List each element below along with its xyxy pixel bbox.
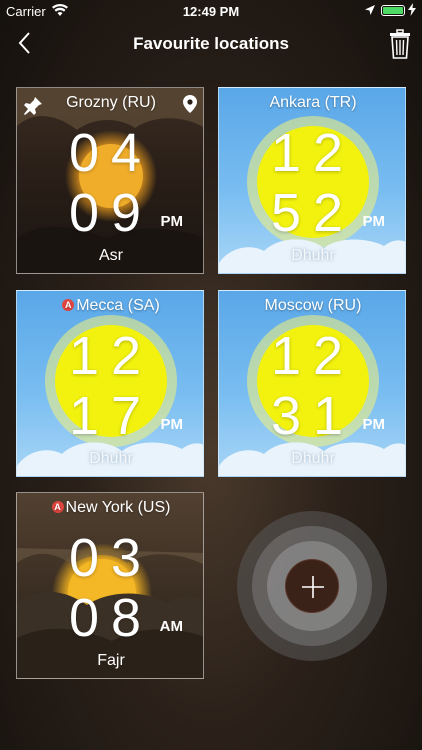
auto-location-badge: A [62,299,75,311]
prayer-name: Asr [99,247,123,264]
trash-icon [390,29,410,59]
page-title: Favourite locations [133,34,289,53]
charging-icon [408,3,416,19]
location-card-new-york[interactable]: A New York (US) 03 08 AM Fajr [16,492,204,679]
location-card-mecca[interactable]: A Mecca (SA) 12 17 PM Dhuhr [16,290,204,477]
time-period: PM [160,416,184,433]
time-hours: 12 [270,123,356,183]
location-name: A New York (US) [17,499,203,517]
prayer-name: Dhuhr [89,450,133,467]
location-name-text: Mecca (SA) [76,297,160,314]
navigation-bar: Favourite locations [0,22,422,66]
prayer-name: Dhuhr [291,450,335,467]
add-location-area [237,511,387,661]
delete-button[interactable] [386,28,414,60]
location-name: Moscow (RU) [264,297,362,314]
time-hours: 03 [68,528,154,588]
location-services-icon [364,4,376,19]
status-time: 12:49 PM [182,4,240,19]
location-card-ankara[interactable]: Ankara (TR) 12 52 PM Dhuhr [218,87,406,274]
location-name: Grozny (RU) [66,94,156,111]
time-period: PM [362,213,386,230]
time-period: AM [159,618,183,635]
status-bar: Carrier 12:49 PM [0,0,422,22]
prayer-name: Fajr [97,652,125,669]
battery-icon [381,5,405,16]
add-location-button[interactable] [285,559,339,613]
time-hours: 04 [68,123,154,183]
location-name-text: New York (US) [65,499,171,516]
auto-location-badge: A [51,501,64,513]
time-period: PM [362,416,386,433]
pin-icon[interactable] [23,96,43,121]
plus-icon [302,576,324,598]
map-marker-icon[interactable] [183,95,197,118]
location-name: A Mecca (SA) [17,297,203,315]
location-card-moscow[interactable]: Moscow (RU) 12 31 PM Dhuhr [218,290,406,477]
location-name: Ankara (TR) [269,94,357,111]
location-card-grozny[interactable]: Grozny (RU) 04 09 PM Asr [16,87,204,274]
time-hours: 12 [68,326,154,386]
prayer-name: Dhuhr [291,247,335,264]
time-hours: 12 [270,326,356,386]
time-period: PM [160,213,184,230]
